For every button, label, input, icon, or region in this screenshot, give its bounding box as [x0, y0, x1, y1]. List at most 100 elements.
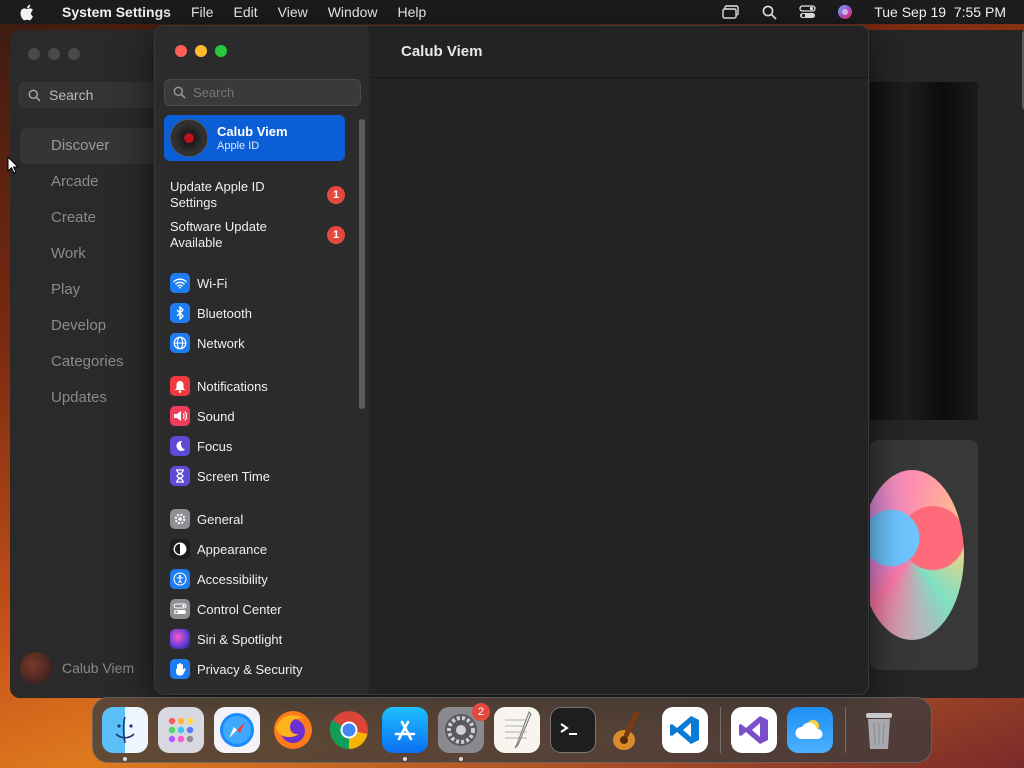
app-store-nav-updates[interactable]: Updates: [20, 380, 160, 416]
close-button[interactable]: [175, 45, 187, 57]
page-title: Calub Viem: [371, 26, 868, 78]
sidebar-item-screen-time[interactable]: Screen Time: [170, 465, 270, 487]
sidebar-item-appearance[interactable]: Appearance: [170, 538, 267, 560]
app-store-nav: Discover Arcade Create Work Play Develop…: [20, 128, 160, 416]
sidebar-item-label: Screen Time: [197, 468, 270, 484]
featured-hero-image[interactable]: [870, 82, 978, 420]
running-indicator: [459, 757, 463, 761]
running-indicator: [403, 757, 407, 761]
sidebar-item-label: Focus: [197, 438, 233, 454]
launchpad-icon[interactable]: [158, 707, 204, 753]
settings-search[interactable]: [164, 79, 361, 106]
running-indicator: [123, 757, 127, 761]
safari-icon[interactable]: [214, 707, 260, 753]
menu-help[interactable]: Help: [388, 4, 437, 20]
avatar: [20, 652, 52, 684]
app-store-search[interactable]: Search: [18, 82, 168, 108]
sidebar-item-privacy-security[interactable]: Privacy & Security: [170, 658, 302, 680]
bell-icon: [170, 376, 190, 396]
app-store-traffic-lights: [28, 48, 80, 60]
minimize-button[interactable]: [195, 45, 207, 57]
search-icon: [173, 86, 186, 99]
hourglass-icon: [170, 466, 190, 486]
trash-icon[interactable]: [856, 707, 902, 753]
menu-edit[interactable]: Edit: [224, 4, 268, 20]
appearance-icon: [170, 539, 190, 559]
sidebar-item-label: Notifications: [197, 378, 268, 394]
apple-menu-icon[interactable]: [0, 4, 52, 21]
screen-mirroring-icon[interactable]: [722, 4, 740, 20]
mouse-cursor-icon: [7, 155, 20, 179]
app-store-nav-categories[interactable]: Categories: [20, 344, 160, 380]
notice-label: Update Apple ID Settings: [170, 179, 265, 210]
sidebar-item-network[interactable]: Network: [170, 332, 245, 354]
garageband-icon[interactable]: [606, 707, 652, 753]
accessibility-icon: [170, 569, 190, 589]
app-store-nav-play[interactable]: Play: [20, 272, 160, 308]
sidebar-item-notifications[interactable]: Notifications: [170, 375, 268, 397]
chrome-icon[interactable]: [326, 707, 372, 753]
settings-sidebar: Calub Viem Apple ID Update Apple ID Sett…: [155, 26, 370, 694]
zoom-button[interactable]: [215, 45, 227, 57]
sidebar-item-label: Appearance: [197, 541, 268, 557]
textedit-icon[interactable]: [494, 707, 540, 753]
terminal-icon[interactable]: [550, 707, 596, 753]
firefox-icon[interactable]: [270, 707, 316, 753]
sidebar-item-wifi[interactable]: Wi-Fi: [170, 272, 227, 294]
sidebar-item-label: Privacy & Security: [197, 661, 303, 677]
moon-icon: [170, 436, 190, 456]
sidebar-scrollbar[interactable]: [359, 119, 365, 409]
sidebar-item-accessibility[interactable]: Accessibility: [170, 568, 268, 590]
featured-card[interactable]: [870, 440, 978, 670]
app-store-search-label: Search: [49, 87, 94, 103]
finder-icon[interactable]: [102, 707, 148, 761]
sidebar-item-label: Control Center: [197, 601, 282, 617]
app-store-account[interactable]: Calub Viem: [20, 652, 134, 684]
globe-icon: [170, 333, 190, 353]
gear-icon: [170, 509, 190, 529]
sidebar-item-label: General: [197, 511, 244, 527]
control-center-menu-icon[interactable]: [798, 4, 816, 20]
sidebar-item-sound[interactable]: Sound: [170, 405, 235, 427]
visual-studio-icon[interactable]: [731, 707, 777, 753]
system-settings-icon[interactable]: 2: [438, 703, 490, 761]
siri-menu-icon[interactable]: [836, 4, 854, 20]
sidebar-item-label: Network: [197, 335, 245, 351]
sidebar-item-label: Sound: [197, 408, 235, 424]
sidebar-item-label: Bluetooth: [197, 305, 252, 321]
dock-separator: [845, 707, 846, 753]
app-store-nav-arcade[interactable]: Arcade: [20, 164, 160, 200]
menu-window[interactable]: Window: [318, 4, 388, 20]
sidebar-item-control-center[interactable]: Control Center: [170, 598, 282, 620]
avatar: [170, 119, 208, 157]
apple-id-name: Calub Viem: [217, 124, 288, 139]
menu-view[interactable]: View: [268, 4, 318, 20]
menu-app-name[interactable]: System Settings: [52, 4, 181, 20]
app-store-icon[interactable]: [382, 707, 428, 761]
app-store-user-name: Calub Viem: [62, 660, 135, 676]
spotlight-search-icon[interactable]: [760, 4, 778, 20]
sidebar-item-siri-spotlight[interactable]: Siri & Spotlight: [170, 628, 282, 650]
settings-detail-pane: Calub Viem: [371, 26, 868, 694]
notification-badge: 2: [472, 703, 490, 721]
siri-icon: [170, 629, 190, 649]
apple-id-item[interactable]: Calub Viem Apple ID: [164, 115, 345, 161]
app-store-nav-discover[interactable]: Discover: [20, 128, 160, 164]
search-icon: [28, 89, 41, 102]
bluetooth-icon: [170, 303, 190, 323]
sidebar-item-general[interactable]: General: [170, 508, 243, 530]
app-store-nav-develop[interactable]: Develop: [20, 308, 160, 344]
app-store-nav-work[interactable]: Work: [20, 236, 160, 272]
app-store-nav-create[interactable]: Create: [20, 200, 160, 236]
menu-datetime[interactable]: Tue Sep 19 7:55 PM: [874, 4, 1006, 20]
vscode-icon[interactable]: [662, 707, 708, 753]
dock: 2: [92, 697, 932, 763]
sidebar-item-label: Wi-Fi: [197, 275, 228, 291]
sidebar-item-focus[interactable]: Focus: [170, 435, 232, 457]
update-apple-id-settings-item[interactable]: Update Apple ID Settings 1: [170, 179, 345, 211]
search-input[interactable]: [193, 85, 353, 100]
software-update-available-item[interactable]: Software Update Available 1: [170, 219, 345, 251]
menu-file[interactable]: File: [181, 4, 224, 20]
sidebar-item-bluetooth[interactable]: Bluetooth: [170, 302, 252, 324]
weather-icon[interactable]: [787, 707, 833, 753]
